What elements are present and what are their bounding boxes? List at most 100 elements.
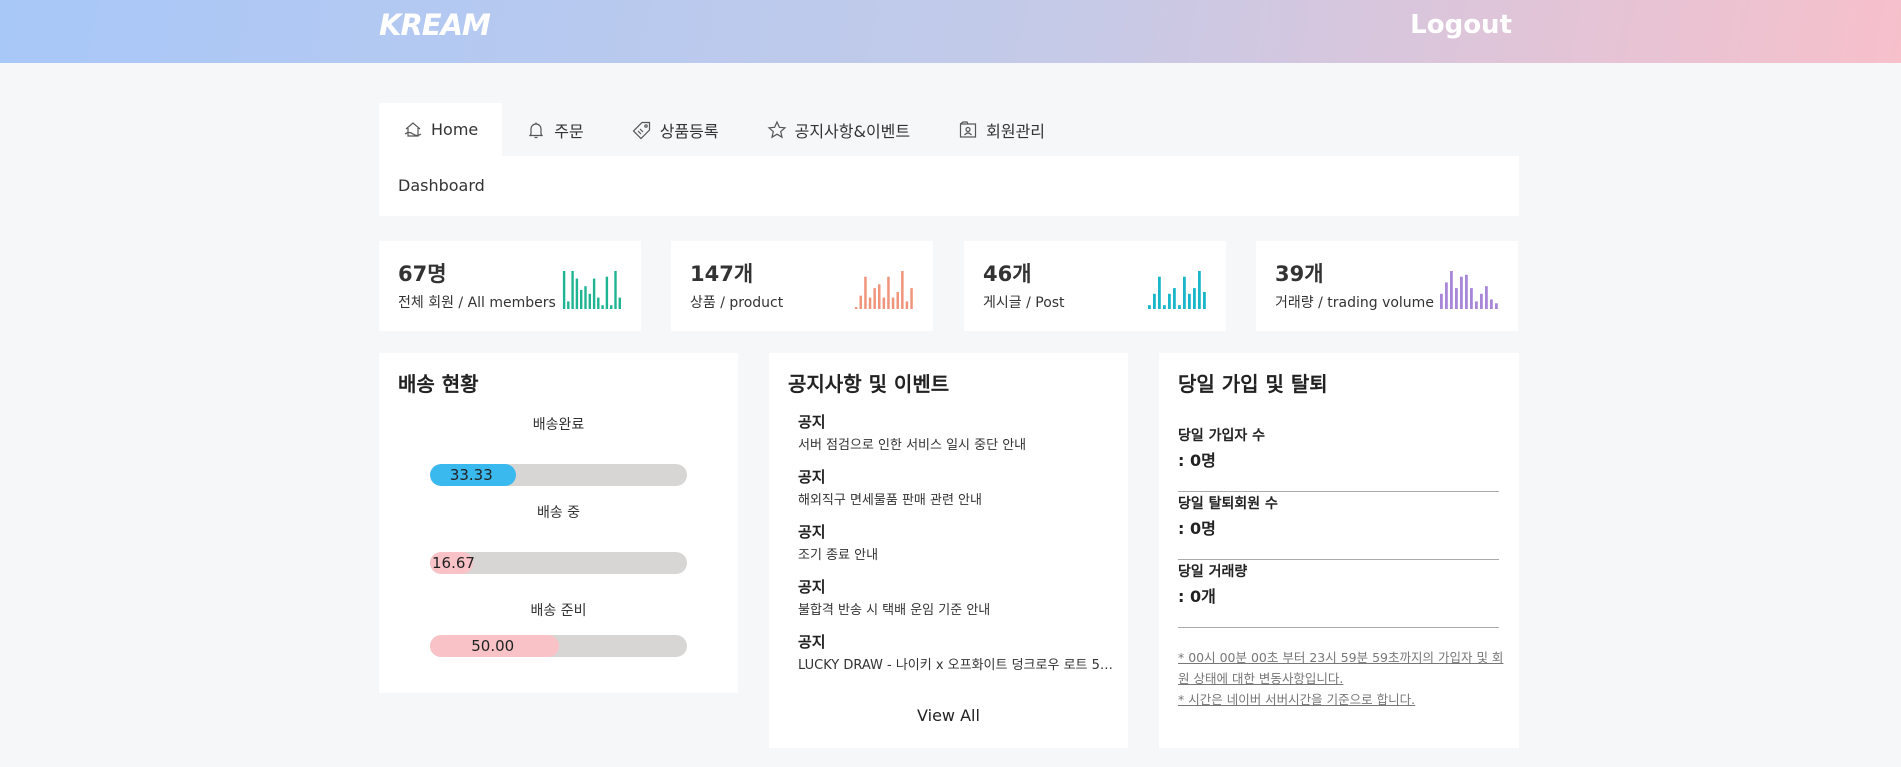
sparkline-bar — [1148, 305, 1151, 309]
progress-label: 배송완료 — [532, 417, 585, 433]
star-icon — [767, 120, 787, 138]
sparkline-bar — [882, 297, 886, 309]
sparkline-bar — [1465, 274, 1468, 309]
stat-value: 147개 — [690, 262, 754, 286]
breadcrumb-label: Dashboard — [398, 176, 485, 195]
tab-label: 주문 — [554, 121, 584, 141]
sparkline-bar — [1163, 305, 1166, 309]
tab-orders[interactable]: 주문 — [502, 103, 607, 156]
tab-notices[interactable]: 공지사항&이벤트 — [743, 103, 935, 156]
tab-label: 회원관리 — [986, 121, 1046, 141]
tab-bar: Home 주문 상품등록 공지사항&이벤트 회원관리 — [379, 103, 1069, 156]
notice-type: 공지 — [798, 468, 826, 486]
sparkline-bar — [605, 276, 609, 309]
sparkline-bar — [854, 307, 858, 309]
sparkline-bar — [868, 297, 872, 309]
progress-bar: 16.67 — [430, 552, 687, 574]
progress-value: 33.33 — [449, 466, 493, 484]
sparkline-bar — [1183, 276, 1186, 309]
sparkline-bar — [887, 276, 890, 309]
daily-stat-value: : 0개 — [1178, 587, 1216, 606]
notice-type: 공지 — [798, 523, 826, 541]
top-header: KREAM Logout — [0, 0, 1901, 63]
sparkline-bar — [1198, 271, 1201, 309]
sparkline-products — [854, 271, 913, 309]
sparkline-bar — [910, 288, 913, 309]
logout-button[interactable]: Logout — [1410, 10, 1512, 40]
sparkline-bar — [584, 286, 587, 309]
notice-type: 공지 — [798, 578, 826, 596]
sparkline-bar — [901, 271, 904, 309]
sparkline-bar — [1490, 299, 1493, 309]
stat-label: 상품 / product — [690, 295, 784, 311]
sparkline-bar — [891, 297, 895, 309]
stat-card-posts[interactable]: 46개 게시글 / Post — [964, 241, 1226, 331]
panel-title: 당일 가입 및 탈퇴 — [1178, 372, 1328, 396]
stat-label: 전체 회원 / All members — [398, 295, 556, 311]
sparkline-bar — [1193, 288, 1196, 309]
sparkline-bar — [1440, 293, 1443, 309]
notice-title: 서버 점검으로 인한 서비스 일시 중단 안내 — [798, 438, 1027, 453]
sparkline-bar — [859, 295, 862, 309]
sparkline-bar — [1475, 301, 1478, 309]
progress-label: 배송 준비 — [530, 603, 587, 619]
tab-home[interactable]: Home — [379, 103, 503, 156]
panel-title: 배송 현황 — [398, 372, 479, 396]
daily-stat-row: 당일 탈퇴회원 수 : 0명 — [1178, 493, 1499, 560]
progress-label: 배송 중 — [536, 505, 581, 521]
progress-value: 16.67 — [432, 554, 475, 572]
notice-item[interactable]: 공지 LUCKY DRAW - 나이키 x 오프화이트 덩크로우 로트 50 컬… — [798, 631, 1118, 673]
tab-products[interactable]: 상품등록 — [608, 103, 743, 156]
notice-item[interactable]: 공지 해외직구 면세물품 판매 관련 안내 — [798, 466, 1118, 508]
sparkline-bar — [878, 284, 881, 309]
info-note[interactable]: * 시간은 네이버 서버시간을 기준으로 합니다. — [1178, 689, 1508, 710]
sparkline-bar — [1153, 293, 1156, 309]
tab-members[interactable]: 회원관리 — [934, 103, 1069, 156]
sparkline-bar — [580, 290, 583, 309]
tab-label: 상품등록 — [659, 121, 719, 141]
notice-title: LUCKY DRAW - 나이키 x 오프화이트 덩크로우 로트 50 컬렉션 … — [798, 658, 1118, 673]
daily-stat-label: 당일 거래량 — [1178, 564, 1248, 580]
notice-item[interactable]: 공지 서버 점검으로 인한 서비스 일시 중단 안내 — [798, 411, 1118, 453]
notice-item[interactable]: 공지 불합격 반송 시 택배 운임 기준 안내 — [798, 576, 1118, 618]
daily-stat-value: : 0명 — [1178, 519, 1216, 538]
daily-stat-label: 당일 탈퇴회원 수 — [1178, 496, 1278, 512]
tab-label: 공지사항&이벤트 — [794, 121, 911, 141]
logo[interactable]: KREAM — [379, 8, 491, 42]
sparkline-bar — [896, 291, 899, 309]
sparkline-bar — [1168, 293, 1171, 309]
notice-type: 공지 — [798, 413, 826, 431]
info-note[interactable]: * 00시 00분 00초 부터 23시 59분 59초까지의 가입자 및 회원… — [1178, 647, 1508, 689]
sparkline-bar — [1455, 288, 1458, 309]
daily-stat-value: : 0명 — [1178, 451, 1216, 470]
stat-value: 67명 — [398, 262, 447, 286]
daily-stat-row: 당일 거래량 : 0개 — [1178, 561, 1499, 628]
sparkline-bar — [1445, 282, 1448, 309]
stat-card-products[interactable]: 147개 상품 / product — [671, 241, 933, 331]
stat-card-trading[interactable]: 39개 거래량 / trading volume — [1256, 241, 1518, 331]
progress-bar: 50.00 — [430, 635, 687, 657]
sparkline-bar — [562, 271, 566, 309]
view-all-link[interactable]: View All — [769, 706, 1128, 725]
daily-stat-row: 당일 가입자 수 : 0명 — [1178, 425, 1499, 492]
sparkline-bar — [618, 297, 621, 309]
notice-title: 해외직구 면세물품 판매 관련 안내 — [798, 493, 982, 508]
stat-card-members[interactable]: 67명 전체 회원 / All members — [379, 241, 641, 331]
sparkline-bar — [597, 297, 600, 309]
sparkline-bar — [1495, 303, 1498, 309]
daily-members-panel: 당일 가입 및 탈퇴 당일 가입자 수 : 0명 당일 탈퇴회원 수 : 0명 … — [1159, 353, 1519, 748]
sparkline-bar — [864, 276, 867, 309]
tab-label: Home — [431, 120, 479, 139]
progress-bar: 33.33 — [430, 464, 687, 486]
notice-title: 조기 종료 안내 — [798, 548, 879, 563]
delivery-status-panel: 배송 현황 배송완료 33.33 배송 중 16.67 배송 준비 50.00 — [379, 353, 738, 693]
panel-title: 공지사항 및 이벤트 — [788, 372, 950, 396]
breadcrumb: Dashboard — [379, 156, 1519, 216]
stat-value: 39개 — [1275, 262, 1324, 286]
sparkline-bar — [1450, 271, 1453, 309]
sparkline-bar — [571, 271, 574, 309]
notice-title: 불합격 반송 시 택배 운임 기준 안내 — [798, 603, 991, 618]
stat-label: 게시글 / Post — [983, 295, 1065, 311]
sparkline-members — [562, 271, 621, 309]
notice-item[interactable]: 공지 조기 종료 안내 — [798, 521, 1118, 563]
